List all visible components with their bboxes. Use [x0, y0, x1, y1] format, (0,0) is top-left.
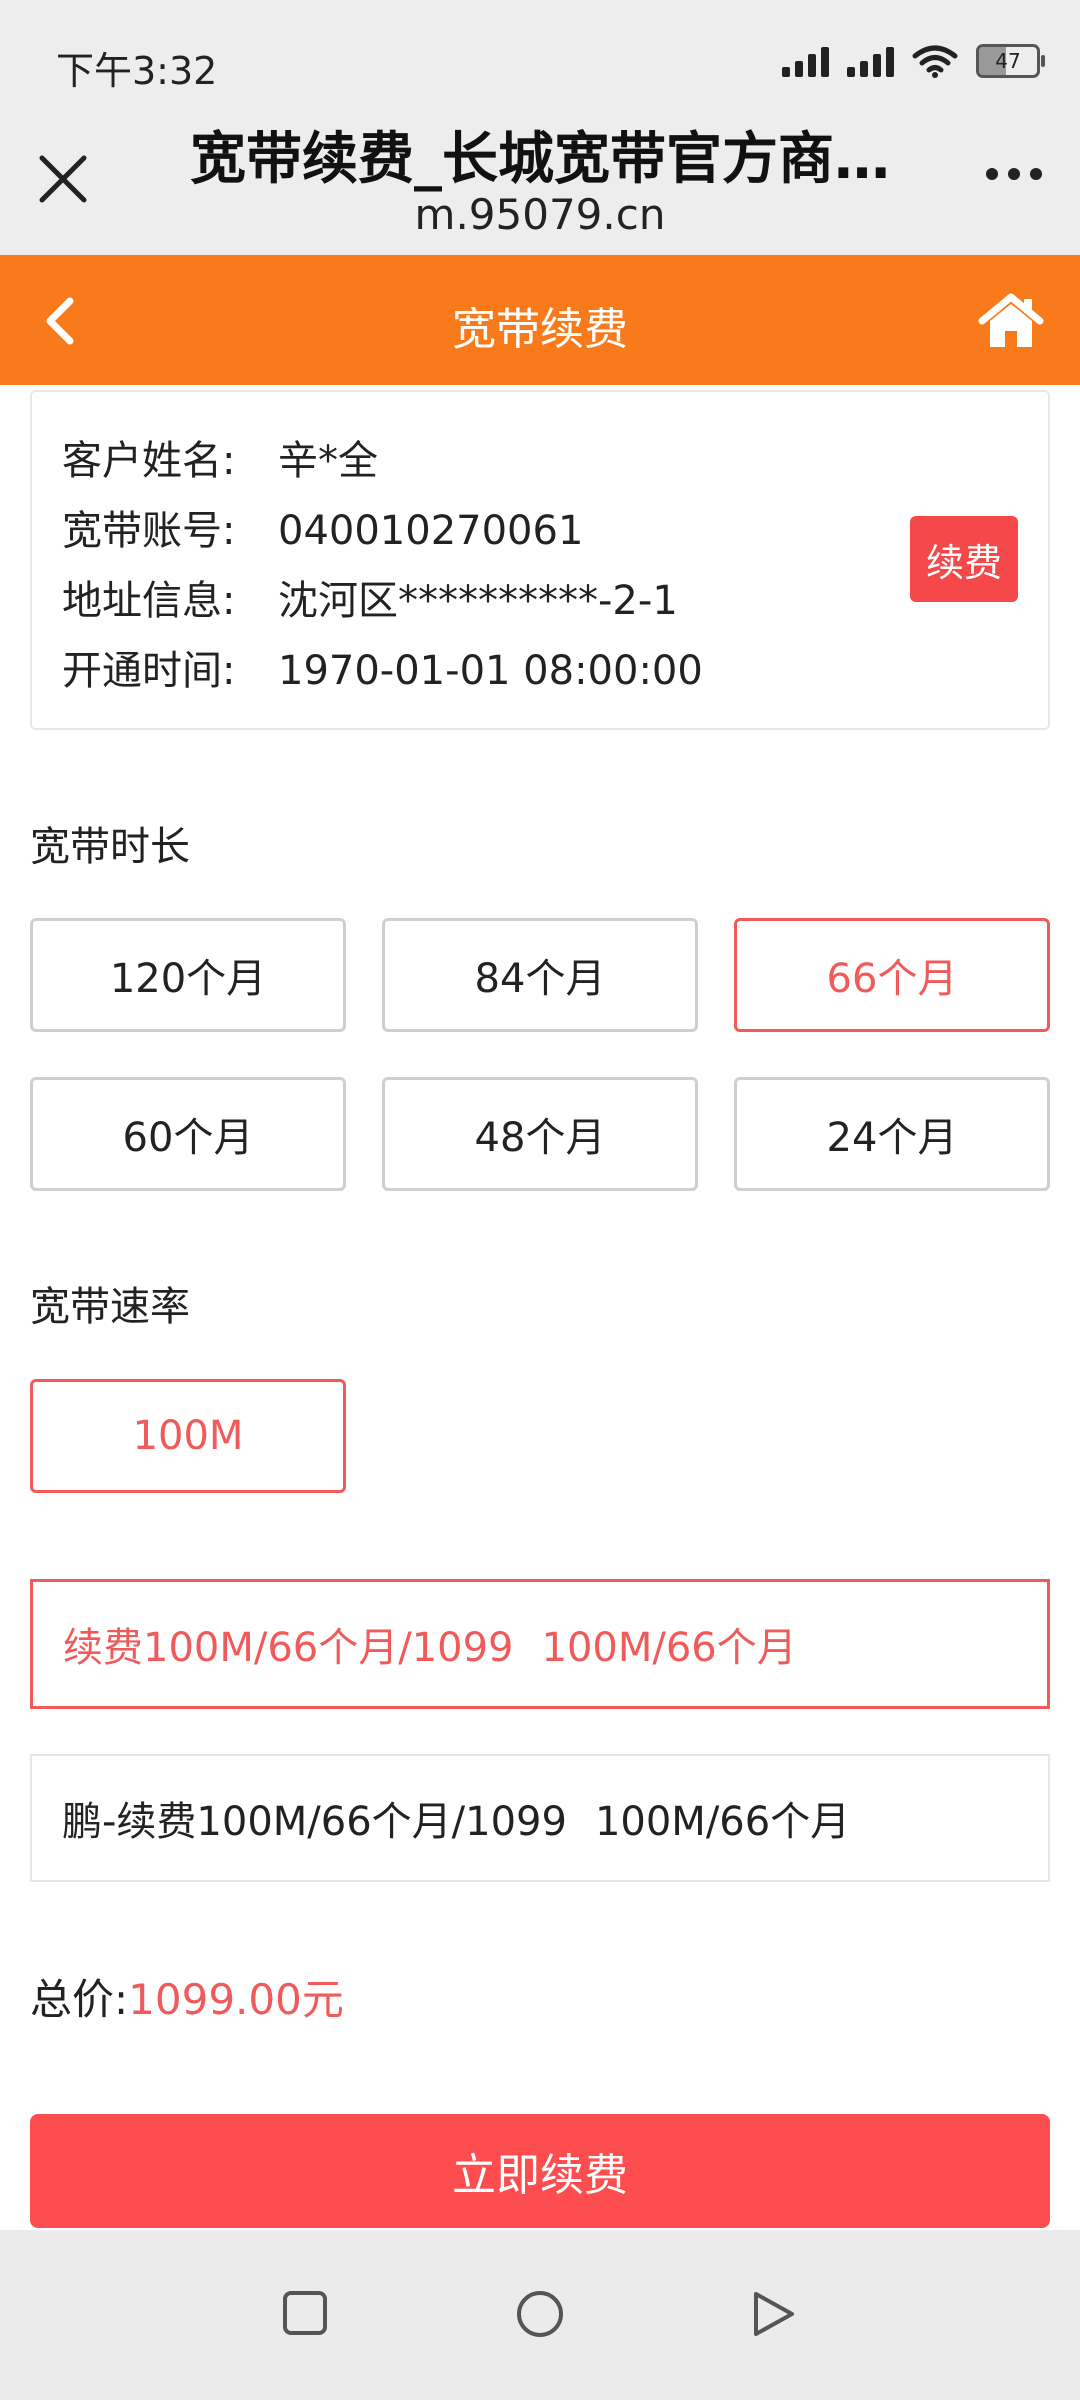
renew-now-button[interactable]: 立即续费 [30, 2114, 1050, 2228]
package-name: 鹏-续费100M/66个月/1099 [62, 1799, 567, 1845]
info-value: 040010270061 [278, 508, 584, 554]
total-value: 1099.00元 [128, 1975, 344, 2024]
package-option[interactable]: 续费100M/66个月/1099 100M/66个月 [30, 1579, 1050, 1709]
broadband-account-row: 宽带账号: 040010270061 [62, 498, 583, 556]
more-icon[interactable] [986, 168, 1042, 180]
package-desc: 100M/66个月 [594, 1799, 851, 1845]
package-option[interactable]: 鹏-续费100M/66个月/1099 100M/66个月 [30, 1754, 1050, 1882]
status-icons: 47 [782, 44, 1045, 78]
total-label: 总价: [30, 1975, 129, 2024]
package-desc: 100M/66个月 [541, 1625, 797, 1671]
page-url: m.95079.cn [414, 190, 666, 239]
info-value: 1970-01-01 08:00:00 [278, 648, 703, 694]
recent-apps-icon[interactable] [282, 2290, 328, 2336]
status-time: 下午3:32 [56, 49, 218, 93]
duration-option-48[interactable]: 48个月 [382, 1077, 698, 1191]
info-value: 沈河区**********-2-1 [278, 578, 678, 624]
status-bar: 下午3:32 47 [0, 0, 1080, 130]
battery-icon: 47 [976, 44, 1045, 78]
wifi-icon [912, 45, 958, 78]
signal-icon [847, 45, 894, 77]
duration-option-84[interactable]: 84个月 [382, 918, 698, 1032]
back-nav-icon[interactable] [752, 2290, 796, 2338]
total-price: 总价:1099.00元 [30, 1966, 344, 2027]
page-title: 宽带续费_长城宽带官方商… [190, 127, 890, 192]
renew-badge[interactable]: 续费 [910, 516, 1018, 602]
duration-option-120[interactable]: 120个月 [30, 918, 346, 1032]
home-icon[interactable] [978, 291, 1044, 351]
duration-title: 宽带时长 [30, 824, 190, 870]
info-label: 地址信息: [62, 578, 236, 624]
open-time-row: 开通时间: 1970-01-01 08:00:00 [62, 638, 703, 696]
customer-name-row: 客户姓名: 辛*全 [62, 428, 378, 486]
battery-level: 47 [995, 49, 1021, 73]
signal-icon [782, 45, 829, 77]
info-label: 宽带账号: [62, 508, 236, 554]
package-name: 续费100M/66个月/1099 [63, 1625, 514, 1671]
customer-info-card: 客户姓名: 辛*全 宽带账号: 040010270061 地址信息: 沈河区*****… [30, 390, 1050, 730]
header-title: 宽带续费 [452, 304, 628, 355]
info-label: 客户姓名: [62, 438, 236, 484]
address-row: 地址信息: 沈河区**********-2-1 [62, 568, 678, 626]
speed-option-100m[interactable]: 100M [30, 1379, 346, 1493]
duration-option-60[interactable]: 60个月 [30, 1077, 346, 1191]
system-nav-bar [0, 2230, 1080, 2400]
close-icon[interactable] [36, 152, 90, 206]
info-label: 开通时间: [62, 648, 236, 694]
home-nav-icon[interactable] [516, 2290, 564, 2338]
app-header: 宽带续费 [0, 255, 1080, 385]
duration-option-24[interactable]: 24个月 [734, 1077, 1050, 1191]
duration-option-66[interactable]: 66个月 [734, 918, 1050, 1032]
info-value: 辛*全 [278, 438, 378, 484]
browser-title-bar: 宽带续费_长城宽带官方商… m.95079.cn [0, 127, 1080, 255]
speed-title: 宽带速率 [30, 1284, 190, 1330]
